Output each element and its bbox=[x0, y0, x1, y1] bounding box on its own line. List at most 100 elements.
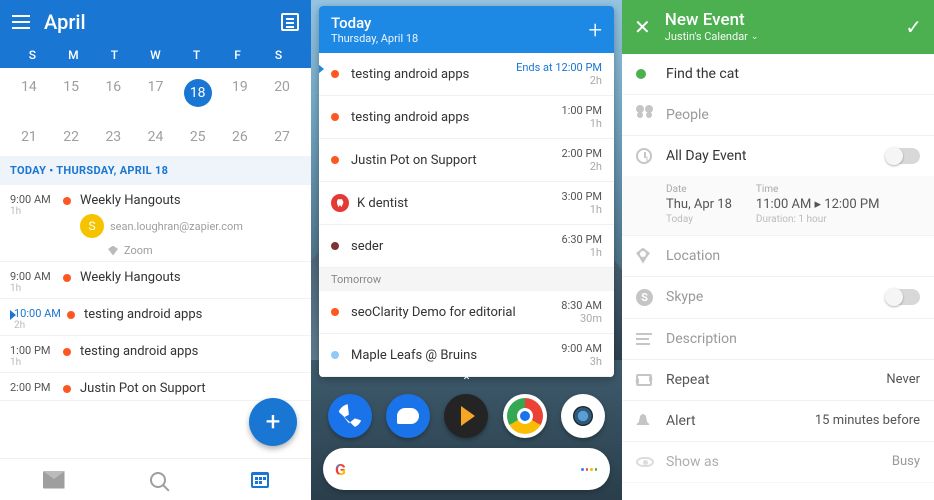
description-row[interactable]: Description bbox=[622, 319, 934, 360]
attendee-email: sean.loughran@zapier.com bbox=[110, 220, 243, 233]
menu-icon[interactable] bbox=[12, 15, 30, 29]
date-cell-today[interactable]: 18 bbox=[184, 79, 212, 107]
calendar-selector[interactable]: Justin's Calendar ⌄ bbox=[665, 30, 905, 43]
attendee-avatar-icon: S bbox=[80, 214, 104, 238]
event-title: Justin Pot on Support bbox=[351, 153, 562, 168]
widget-event-row[interactable]: Justin Pot on Support 2:00 PM2h bbox=[319, 139, 614, 182]
widget-header[interactable]: Today Thursday, April 18 + bbox=[319, 6, 614, 53]
event-title-input[interactable]: Find the cat bbox=[666, 66, 920, 82]
event-color-dot-icon bbox=[331, 242, 339, 250]
event-color-dot-icon bbox=[331, 351, 339, 359]
date-cell[interactable]: 14 bbox=[8, 74, 50, 112]
date-cell[interactable]: 27 bbox=[261, 124, 303, 150]
home-screen-pane: Today Thursday, April 18 + testing andro… bbox=[311, 0, 622, 500]
mail-tab-icon[interactable] bbox=[43, 471, 65, 489]
event-title: Weekly Hangouts bbox=[80, 270, 301, 285]
agenda-view-icon[interactable] bbox=[281, 13, 299, 31]
month-title[interactable]: April bbox=[44, 10, 267, 34]
widget-event-row[interactable]: testing android apps 1:00 PM1h bbox=[319, 96, 614, 139]
bell-icon bbox=[636, 414, 650, 428]
event-title: K dentist bbox=[357, 196, 562, 211]
date-cell[interactable]: 22 bbox=[50, 124, 92, 150]
close-icon[interactable]: ✕ bbox=[634, 15, 651, 39]
widget-event-row[interactable]: seder 6:30 PM1h bbox=[319, 225, 614, 268]
today-header: TODAY • THURSDAY, APRIL 18 bbox=[0, 156, 311, 185]
widget-today-label: Today bbox=[331, 14, 418, 32]
event-row[interactable]: 9:00 AM1h Weekly Hangouts bbox=[0, 262, 311, 299]
repeat-icon bbox=[636, 374, 652, 386]
dentist-icon bbox=[331, 194, 349, 212]
event-row[interactable]: 10:00 AM2h testing android apps bbox=[0, 299, 311, 336]
widget-event-row[interactable]: K dentist 3:00 PM1h bbox=[319, 182, 614, 225]
phone-app-icon[interactable] bbox=[328, 394, 372, 438]
calendar-tab-icon[interactable] bbox=[251, 472, 269, 488]
event-title: Maple Leafs @ Bruins bbox=[351, 348, 561, 363]
date-cell[interactable]: 20 bbox=[261, 74, 303, 112]
date-cell[interactable]: 17 bbox=[135, 74, 177, 112]
skype-icon: S bbox=[636, 289, 653, 306]
event-color-dot-icon bbox=[67, 311, 75, 319]
widget-add-icon[interactable]: + bbox=[588, 16, 602, 44]
people-icon bbox=[636, 109, 656, 121]
google-logo-icon: G bbox=[335, 460, 353, 478]
location-icon bbox=[636, 248, 650, 264]
event-row[interactable]: 2:00 PM Justin Pot on Support bbox=[0, 373, 311, 401]
date-time-box[interactable]: Date Thu, Apr 18 Today Time 11:00 AM ▸ 1… bbox=[622, 176, 934, 236]
add-event-fab[interactable]: + bbox=[249, 398, 297, 446]
save-icon[interactable]: ✓ bbox=[905, 15, 922, 39]
alert-row[interactable]: Alert 15 minutes before bbox=[622, 401, 934, 442]
event-duration: 2h bbox=[516, 74, 602, 87]
widget-event-row[interactable]: Maple Leafs @ Bruins 9:00 AM3h bbox=[319, 334, 614, 377]
messages-app-icon[interactable] bbox=[386, 394, 430, 438]
widget-event-list: testing android apps Ends at 12:00 PM2ht… bbox=[319, 53, 614, 268]
time-picker[interactable]: Time 11:00 AM ▸ 12:00 PM Duration: 1 hou… bbox=[756, 184, 880, 225]
description-icon bbox=[636, 333, 652, 345]
google-search-bar[interactable]: G bbox=[323, 448, 610, 490]
people-row[interactable]: People bbox=[622, 95, 934, 136]
date-cell[interactable]: 23 bbox=[92, 124, 134, 150]
search-tab-icon[interactable] bbox=[150, 472, 166, 488]
date-cell[interactable]: 26 bbox=[219, 124, 261, 150]
widget-event-row[interactable]: testing android apps Ends at 12:00 PM2h bbox=[319, 53, 614, 96]
calendar-widget[interactable]: Today Thursday, April 18 + testing andro… bbox=[319, 6, 614, 377]
event-row[interactable]: 9:00 AM1h Weekly Hangouts Ssean.loughran… bbox=[0, 185, 311, 262]
date-cell[interactable]: 24 bbox=[135, 124, 177, 150]
event-duration: 2h bbox=[562, 160, 602, 173]
date-cell[interactable]: 15 bbox=[50, 74, 92, 112]
event-color-dot-icon bbox=[63, 274, 71, 282]
event-color-dot-icon bbox=[331, 156, 339, 164]
location-pin-icon bbox=[108, 246, 118, 256]
plex-app-icon[interactable] bbox=[444, 394, 488, 438]
screen-title: New Event bbox=[665, 10, 905, 30]
date-cell[interactable]: 16 bbox=[92, 74, 134, 112]
location-row[interactable]: Location bbox=[622, 236, 934, 277]
chrome-app-icon[interactable] bbox=[503, 394, 547, 438]
show-as-row[interactable]: Show as Busy bbox=[622, 442, 934, 483]
tomorrow-header: Tomorrow bbox=[319, 268, 614, 291]
weekday-label: T bbox=[94, 48, 135, 62]
date-picker[interactable]: Date Thu, Apr 18 Today bbox=[666, 184, 732, 225]
widget-event-row[interactable]: seoClarity Demo for editorial 8:30 AM30m bbox=[319, 291, 614, 334]
event-color-dot-icon bbox=[331, 70, 339, 78]
app-drawer-handle-icon[interactable]: ⌃ bbox=[461, 374, 471, 388]
assistant-icon[interactable] bbox=[580, 460, 598, 478]
month-grid[interactable]: 14151617181920 21222324252627 bbox=[0, 68, 311, 156]
event-list: 9:00 AM1h Weekly Hangouts Ssean.loughran… bbox=[0, 185, 311, 401]
event-row[interactable]: 1:00 PM1h testing android apps bbox=[0, 336, 311, 373]
dock bbox=[311, 394, 622, 438]
new-event-pane: ✕ New Event Justin's Calendar ⌄ ✓ Find t… bbox=[622, 0, 934, 500]
camera-app-icon[interactable] bbox=[561, 394, 605, 438]
skype-toggle[interactable] bbox=[886, 289, 920, 305]
weekday-label: S bbox=[12, 48, 53, 62]
calendar-app-pane: April SMTWTFS 14151617181920212223242526… bbox=[0, 0, 311, 500]
event-title: testing android apps bbox=[80, 344, 301, 359]
date-cell[interactable]: 21 bbox=[8, 124, 50, 150]
event-title-row[interactable]: Find the cat bbox=[622, 54, 934, 95]
date-cell[interactable]: 25 bbox=[177, 124, 219, 150]
skype-row: S Skype bbox=[622, 277, 934, 319]
date-cell[interactable]: 19 bbox=[219, 74, 261, 112]
all-day-toggle[interactable] bbox=[886, 148, 920, 164]
event-title: seder bbox=[351, 239, 562, 254]
repeat-row[interactable]: Repeat Never bbox=[622, 360, 934, 401]
event-time: 8:30 AM bbox=[561, 299, 602, 312]
